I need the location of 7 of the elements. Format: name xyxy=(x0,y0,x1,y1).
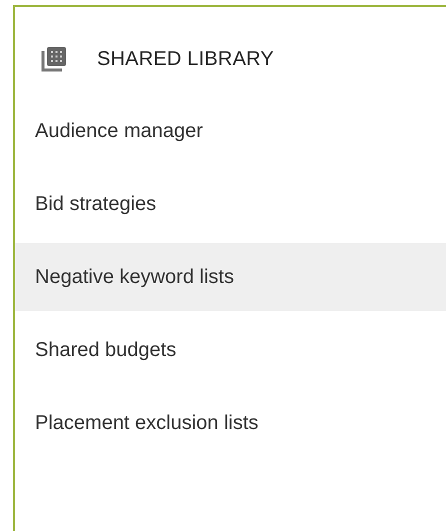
menu-item[interactable]: Shared budgets xyxy=(15,316,446,384)
library-icon xyxy=(41,46,67,72)
menu-item[interactable]: Negative keyword lists xyxy=(15,243,446,311)
menu-item[interactable]: Placement exclusion lists xyxy=(15,389,446,457)
section-title: SHARED LIBRARY xyxy=(97,48,274,70)
menu-item[interactable]: Bid strategies xyxy=(15,170,446,238)
menu-item[interactable]: Audience manager xyxy=(15,97,446,165)
